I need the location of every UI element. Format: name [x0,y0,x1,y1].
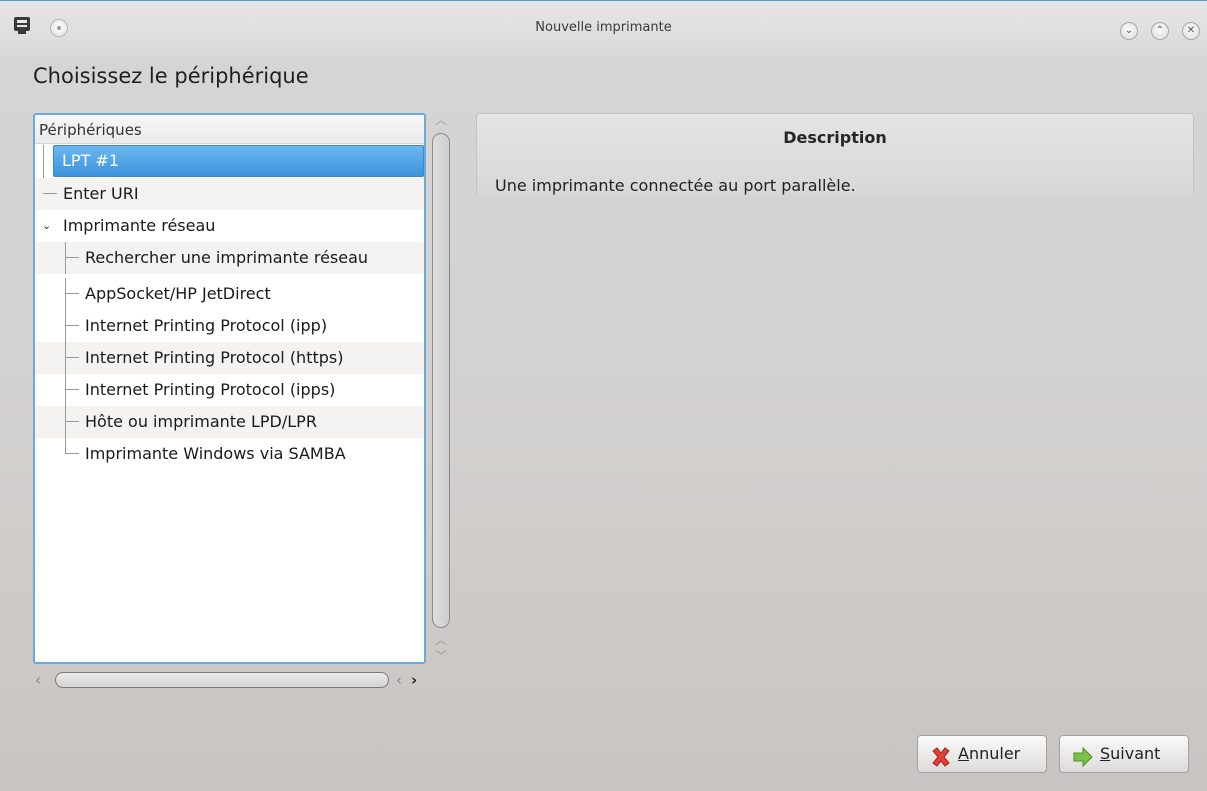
tree-item-appsocket[interactable]: AppSocket/HP JetDirect [35,278,424,310]
cancel-mnemonic: A [958,744,969,763]
horizontal-scrollbar[interactable]: ‹ ‹ › [33,670,428,690]
tree-guide [65,242,66,274]
cancel-label-post: nnuler [968,744,1021,763]
tree-guide [65,325,79,326]
vertical-scroll-thumb[interactable] [432,133,450,628]
description-text: Une imprimante connectée au port parallè… [495,176,856,195]
window-titlebar: Nouvelle imprimante ⌄ ⌃ ✕ [0,0,1207,56]
chevron-down-icon[interactable]: ⌄ [42,210,51,242]
scroll-right-icon[interactable]: › [411,670,417,690]
tree-guide [65,342,66,374]
tree-item-label: Internet Printing Protocol (https) [85,348,344,367]
tree-guide [65,406,66,438]
tree-item-lpt1[interactable]: LPT #1 [53,145,424,177]
scroll-left-icon[interactable]: ‹ [35,670,41,690]
tree-item-label: Imprimante Windows via SAMBA [85,444,346,463]
tree-item-network-printer[interactable]: ⌄ Imprimante réseau [35,210,424,242]
cancel-button[interactable]: Annuler [917,735,1047,773]
tree-item-ipps[interactable]: Internet Printing Protocol (ipps) [35,374,424,406]
tree-item-label: Internet Printing Protocol (ipps) [85,380,336,399]
tree-guide [65,421,79,422]
description-title: Description [783,128,887,147]
window-title: Nouvelle imprimante [535,20,672,35]
next-button[interactable]: Suivant [1059,735,1189,773]
horizontal-scroll-thumb[interactable] [55,672,389,688]
next-label-post: uivant [1110,744,1161,763]
tree-item-label: Enter URI [63,184,139,203]
tree-guide [65,257,79,258]
tree-item-samba[interactable]: Imprimante Windows via SAMBA [35,438,424,470]
tree-item-label: Hôte ou imprimante LPD/LPR [85,412,317,431]
tree-guide [65,278,66,310]
scroll-up-icon[interactable]: ︿ [432,113,450,127]
tree-item-label: Internet Printing Protocol (ipp) [85,316,328,335]
next-mnemonic: S [1100,744,1111,763]
minimize-icon[interactable]: ⌄ [1120,22,1138,40]
tree-item-label: Rechercher une imprimante réseau [85,248,369,267]
tree-item-enter-uri[interactable]: Enter URI [35,178,424,210]
page-title: Choisissez le périphérique [33,64,309,88]
cancel-icon [930,745,952,767]
vertical-scrollbar[interactable]: ︿ ︿ ﹀ [428,113,454,669]
tree-item-label: LPT #1 [62,151,120,170]
tree-item-https[interactable]: Internet Printing Protocol (https) [35,342,424,374]
scroll-down-icon[interactable]: ﹀ [432,649,450,663]
scroll-up-icon[interactable]: ︿ [432,633,450,647]
tree-item-label: Imprimante réseau [63,216,216,235]
tree-guide [65,438,66,454]
tree-guide [65,389,79,390]
close-icon[interactable]: ✕ [1182,22,1200,40]
arrow-right-icon [1072,745,1094,768]
tree-guide [65,374,66,406]
tree-guide [65,293,79,294]
tree-item-ipp[interactable]: Internet Printing Protocol (ipp) [35,310,424,342]
tree-guide [65,310,66,342]
tree-item-lpd-lpr[interactable]: Hôte ou imprimante LPD/LPR [35,406,424,438]
tree-item-search-network-printer[interactable]: Rechercher une imprimante réseau [35,242,424,274]
tree-item-label: AppSocket/HP JetDirect [85,284,271,303]
scroll-left-icon[interactable]: ‹ [396,670,402,690]
device-tree[interactable]: Périphériques LPT #1 Enter URI ⌄ Imprima… [33,113,426,664]
description-panel: Description Une imprimante connectée au … [476,113,1194,195]
column-header[interactable]: Périphériques [35,115,424,144]
tree-guide [65,357,79,358]
tree-guide [43,193,57,194]
maximize-icon[interactable]: ⌃ [1151,22,1169,40]
tree-guide [65,453,79,454]
